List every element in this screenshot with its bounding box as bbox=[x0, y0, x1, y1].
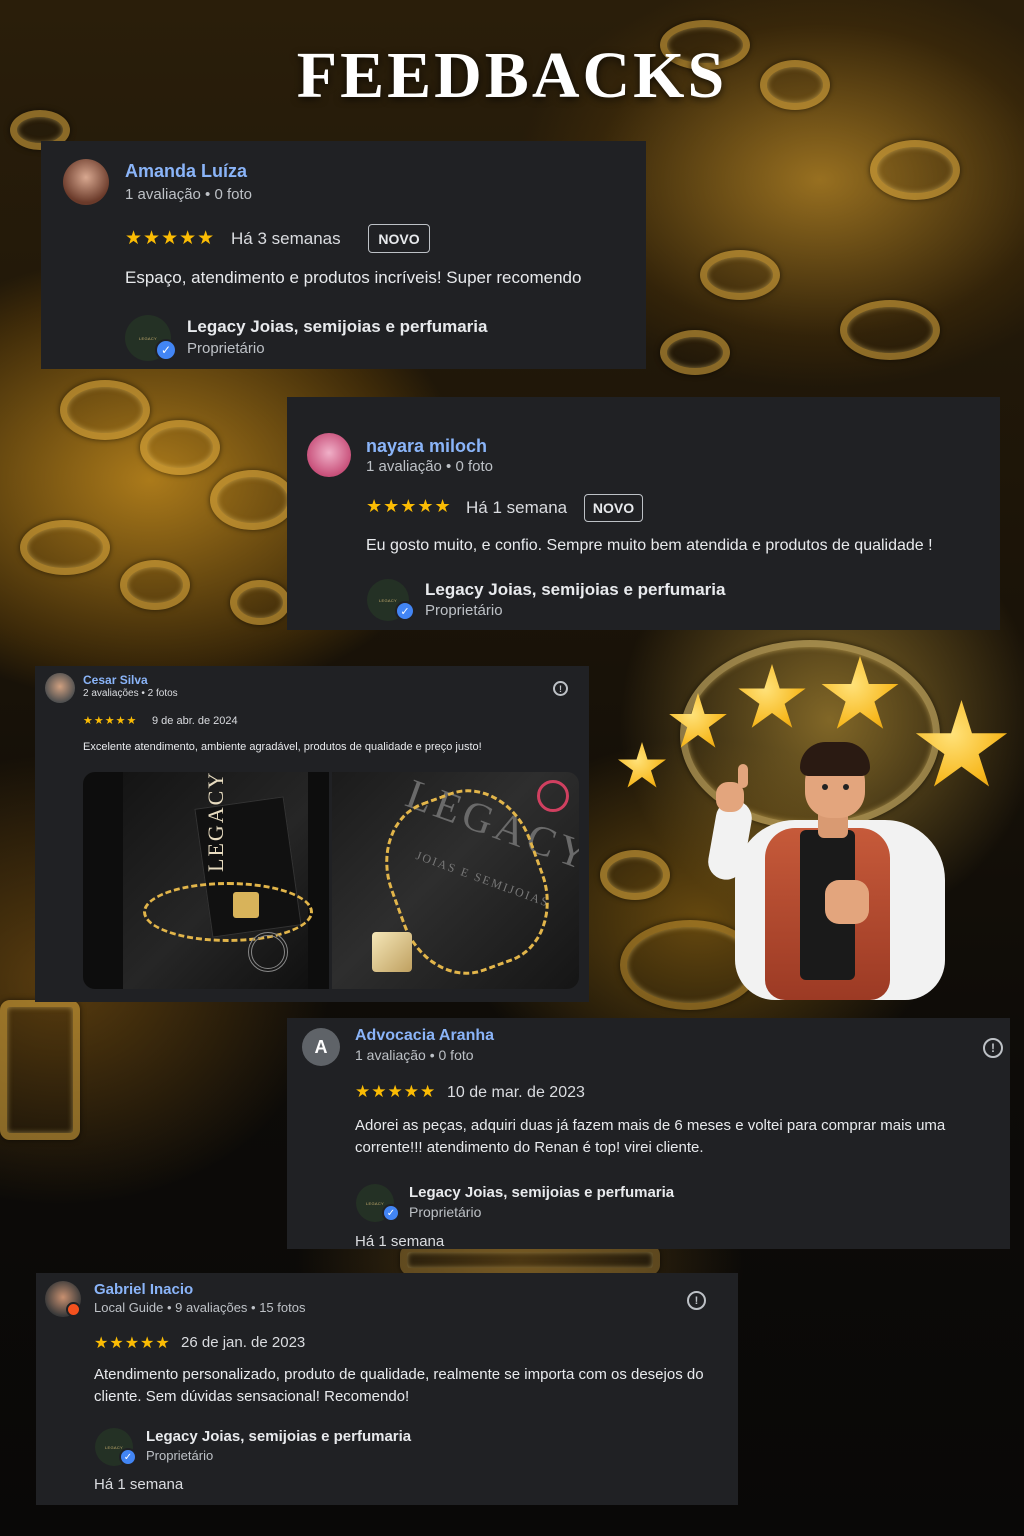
review-card: nayara miloch 1 avaliação • 0 foto ★★★★★… bbox=[287, 397, 1000, 630]
reviewer-meta: 2 avaliações • 2 fotos bbox=[83, 688, 178, 699]
owner-role: Proprietário bbox=[409, 1204, 482, 1220]
reviewer-name[interactable]: Amanda Luíza bbox=[125, 161, 247, 182]
reply-date: Há 1 semana bbox=[94, 1476, 184, 1493]
review-card: Amanda Luíza 1 avaliação • 0 foto ★★★★★ … bbox=[41, 141, 646, 369]
local-guide-badge bbox=[66, 1302, 81, 1317]
reviewer-name[interactable]: Gabriel Inacio bbox=[94, 1281, 193, 1298]
owner-name: Legacy Joias, semijoias e perfumaria bbox=[425, 580, 726, 599]
review-card: Cesar Silva 2 avaliações • 2 fotos ! ★★★… bbox=[35, 666, 589, 1002]
character-eye bbox=[822, 784, 828, 790]
reviewer-meta: 1 avaliação • 0 foto bbox=[366, 458, 494, 475]
owner-name: Legacy Joias, semijoias e perfumaria bbox=[146, 1428, 412, 1445]
owner-role: Proprietário bbox=[187, 340, 265, 357]
review-date: 9 de abr. de 2024 bbox=[152, 715, 238, 727]
review-date: 10 de mar. de 2023 bbox=[447, 1084, 585, 1101]
star-rating: ★★★★★ bbox=[366, 496, 452, 516]
reviewer-name[interactable]: nayara miloch bbox=[366, 436, 487, 457]
review-card: Gabriel Inacio Local Guide • 9 avaliaçõe… bbox=[36, 1273, 738, 1505]
star-rating: ★★★★★ bbox=[83, 715, 138, 727]
owner-role: Proprietário bbox=[425, 602, 503, 619]
avatar bbox=[307, 433, 351, 477]
gold-pendant bbox=[233, 892, 259, 918]
reviewer-meta: 1 avaliação • 0 foto bbox=[355, 1047, 474, 1063]
review-date: 26 de jan. de 2023 bbox=[181, 1334, 306, 1351]
owner-name: Legacy Joias, semijoias e perfumaria bbox=[187, 317, 488, 336]
review-date: Há 1 semana bbox=[466, 498, 568, 517]
review-text: Adorei as peças, adquiri duas já fazem m… bbox=[355, 1117, 946, 1156]
verified-check-icon: ✓ bbox=[382, 1204, 400, 1222]
new-badge: NOVO bbox=[584, 494, 643, 522]
owner-name: Legacy Joias, semijoias e perfumaria bbox=[409, 1184, 675, 1201]
info-icon[interactable]: ! bbox=[553, 681, 568, 696]
reply-date: Há 1 semana bbox=[355, 1233, 445, 1250]
review-photo[interactable]: LEGACY JOIAS E SEMIJOIAS bbox=[332, 772, 579, 989]
review-card: A Advocacia Aranha 1 avaliação • 0 foto … bbox=[287, 1018, 1010, 1250]
review-text: Atendimento personalizado, produto de qu… bbox=[94, 1366, 704, 1405]
gold-pendant bbox=[372, 932, 412, 972]
star-rating: ★★★★★ bbox=[125, 228, 216, 249]
character-finger bbox=[738, 764, 748, 788]
reviewer-meta: Local Guide • 9 avaliações • 15 fotos bbox=[94, 1300, 306, 1315]
review-photo[interactable]: LEGACY bbox=[83, 772, 329, 989]
verified-check-icon: ✓ bbox=[155, 339, 177, 361]
review-text: Eu gosto muito, e confio. Sempre muito b… bbox=[366, 537, 933, 554]
spiral-icon bbox=[248, 932, 288, 972]
reviewer-meta: 1 avaliação • 0 foto bbox=[125, 186, 253, 203]
reviewer-name[interactable]: Cesar Silva bbox=[83, 673, 148, 687]
review-text: Espaço, atendimento e produtos incríveis… bbox=[125, 268, 582, 287]
avatar: A bbox=[302, 1028, 340, 1066]
review-text: Excelente atendimento, ambiente agradáve… bbox=[83, 741, 482, 753]
verified-check-icon: ✓ bbox=[395, 601, 415, 621]
character-thumb-hand bbox=[825, 880, 869, 924]
reviewer-name[interactable]: Advocacia Aranha bbox=[355, 1027, 494, 1045]
info-icon[interactable]: ! bbox=[983, 1038, 1003, 1058]
star-rating: ★★★★★ bbox=[355, 1082, 437, 1101]
photo-brand: LEGACY bbox=[203, 772, 228, 872]
review-date: Há 3 semanas bbox=[231, 229, 341, 248]
character-hair bbox=[800, 742, 870, 776]
info-icon[interactable]: ! bbox=[687, 1291, 706, 1310]
character-eye bbox=[843, 784, 849, 790]
avatar bbox=[45, 673, 75, 703]
red-logo-mark bbox=[537, 780, 569, 812]
page-title: FEEDBACKS bbox=[296, 39, 728, 112]
avatar bbox=[63, 159, 109, 205]
new-badge: NOVO bbox=[368, 224, 430, 253]
star-rating: ★★★★★ bbox=[94, 1335, 171, 1352]
gold-chain bbox=[143, 882, 313, 942]
owner-role: Proprietário bbox=[146, 1448, 214, 1463]
verified-check-icon: ✓ bbox=[119, 1448, 137, 1466]
star-icon bbox=[618, 742, 666, 788]
